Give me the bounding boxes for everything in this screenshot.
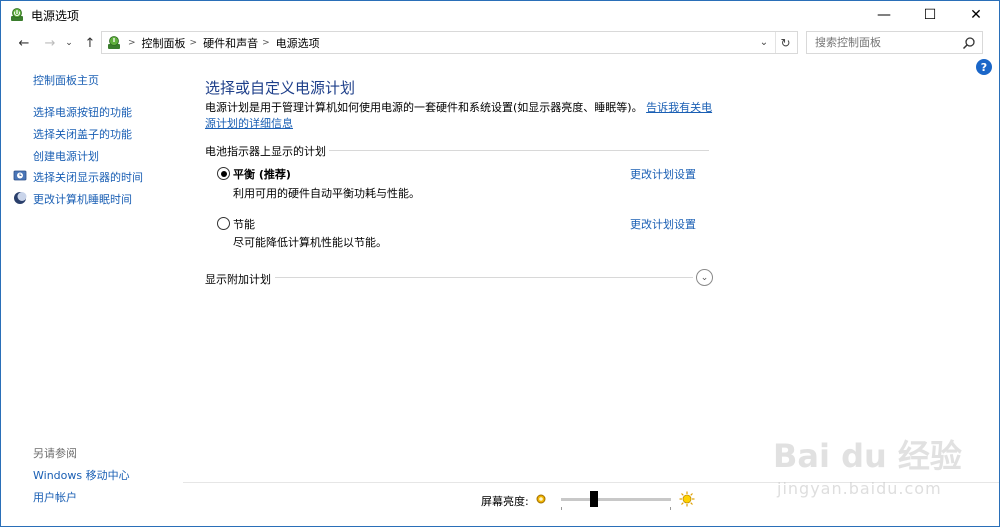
battery-plans-heading: 电池指示器上显示的计划: [205, 145, 326, 158]
sidebar-link-lid-close[interactable]: 选择关闭盖子的功能: [33, 126, 132, 142]
search-box[interactable]: [806, 31, 983, 54]
sidebar-link-create-plan[interactable]: 创建电源计划: [33, 148, 99, 164]
see-also-mobility-center-link[interactable]: Windows 移动中心: [33, 467, 130, 483]
control-panel-home-link[interactable]: 控制面板主页: [33, 72, 99, 88]
change-plan-settings-balanced-link[interactable]: 更改计划设置: [630, 166, 696, 182]
breadcrumb-separator-icon[interactable]: >: [190, 38, 198, 48]
refresh-button[interactable]: ↻: [775, 32, 795, 53]
change-plan-settings-power-saver-link[interactable]: 更改计划设置: [630, 216, 696, 232]
brightness-slider-track[interactable]: [561, 498, 671, 501]
power-options-window: 电源选项 — ☐ ✕ ← → ⌄ ↑ > 控制面板 > 硬件和声音 > 电源选项…: [0, 0, 1000, 527]
page-title: 选择或自定义电源计划: [205, 79, 356, 97]
expand-chevron-icon[interactable]: ⌄: [696, 269, 713, 286]
breadcrumb-separator-icon[interactable]: >: [128, 38, 136, 48]
plan-desc-balanced: 利用可用的硬件自动平衡功耗与性能。: [233, 187, 420, 200]
back-button[interactable]: ←: [15, 33, 33, 53]
sidebar-link-power-button[interactable]: 选择电源按钮的功能: [33, 104, 132, 120]
brightness-label: 屏幕亮度:: [481, 495, 529, 508]
additional-plans-heading[interactable]: 显示附加计划: [205, 271, 271, 287]
slider-ticks: [561, 507, 671, 511]
plan-radio-power-saver[interactable]: [217, 217, 230, 230]
window-title: 电源选项: [31, 9, 80, 23]
close-button[interactable]: ✕: [953, 1, 999, 29]
maximize-button[interactable]: ☐: [907, 1, 953, 29]
watermark-url: jingyan.baidu.com: [777, 479, 942, 498]
left-task-pane: 控制面板主页 选择电源按钮的功能 选择关闭盖子的功能 创建电源计划 选择关闭显示…: [1, 57, 183, 526]
plan-name-balanced[interactable]: 平衡 (推荐): [233, 166, 291, 182]
section-divider: [275, 277, 693, 278]
breadcrumb-separator-icon[interactable]: >: [262, 38, 270, 48]
address-dropdown-button[interactable]: ⌄: [755, 32, 773, 53]
brightness-high-icon: [679, 491, 695, 507]
address-bar[interactable]: > 控制面板 > 硬件和声音 > 电源选项 ⌄ ↻: [101, 31, 798, 54]
search-input[interactable]: [807, 32, 957, 53]
plan-radio-balanced[interactable]: [217, 167, 230, 180]
breadcrumb-power-options[interactable]: 电源选项: [276, 35, 320, 51]
recent-locations-button[interactable]: ⌄: [63, 33, 75, 53]
breadcrumb-hardware-sound[interactable]: 硬件和声音: [203, 35, 258, 51]
minimize-button[interactable]: —: [861, 1, 907, 29]
sleep-moon-icon: [14, 192, 27, 204]
up-button[interactable]: ↑: [81, 33, 99, 53]
title-bar: 电源选项 — ☐ ✕: [1, 1, 999, 29]
sidebar-link-display-off[interactable]: 选择关闭显示器的时间: [33, 169, 143, 185]
navigation-bar: ← → ⌄ ↑ > 控制面板 > 硬件和声音 > 电源选项 ⌄ ↻: [1, 31, 999, 55]
breadcrumb: > 控制面板 > 硬件和声音 > 电源选项: [124, 32, 320, 53]
breadcrumb-control-panel[interactable]: 控制面板: [142, 35, 186, 51]
search-icon[interactable]: [962, 36, 976, 50]
watermark-text: Bai du 经验: [773, 437, 962, 475]
power-options-icon: [11, 8, 23, 21]
control-panel-icon: [108, 36, 120, 49]
section-divider: [329, 150, 709, 151]
plan-desc-power-saver: 尽可能降低计算机性能以节能。: [233, 236, 387, 249]
brightness-slider-thumb[interactable]: [590, 491, 598, 507]
page-description: 电源计划是用于管理计算机如何使用电源的一套硬件和系统设置(如显示器亮度、睡眠等)…: [205, 100, 715, 132]
description-text: 电源计划是用于管理计算机如何使用电源的一套硬件和系统设置(如显示器亮度、睡眠等)…: [205, 101, 643, 114]
see-also-user-accounts-link[interactable]: 用户帐户: [33, 489, 77, 505]
display-timer-icon: [13, 170, 27, 181]
see-also-heading: 另请参阅: [33, 447, 77, 460]
sidebar-link-sleep-time[interactable]: 更改计算机睡眠时间: [33, 191, 132, 207]
brightness-low-icon: [536, 494, 546, 504]
baidu-watermark: Bai du 经验 jingyan.baidu.com: [773, 431, 973, 511]
plan-name-power-saver[interactable]: 节能: [233, 216, 255, 232]
forward-button[interactable]: →: [41, 33, 59, 53]
